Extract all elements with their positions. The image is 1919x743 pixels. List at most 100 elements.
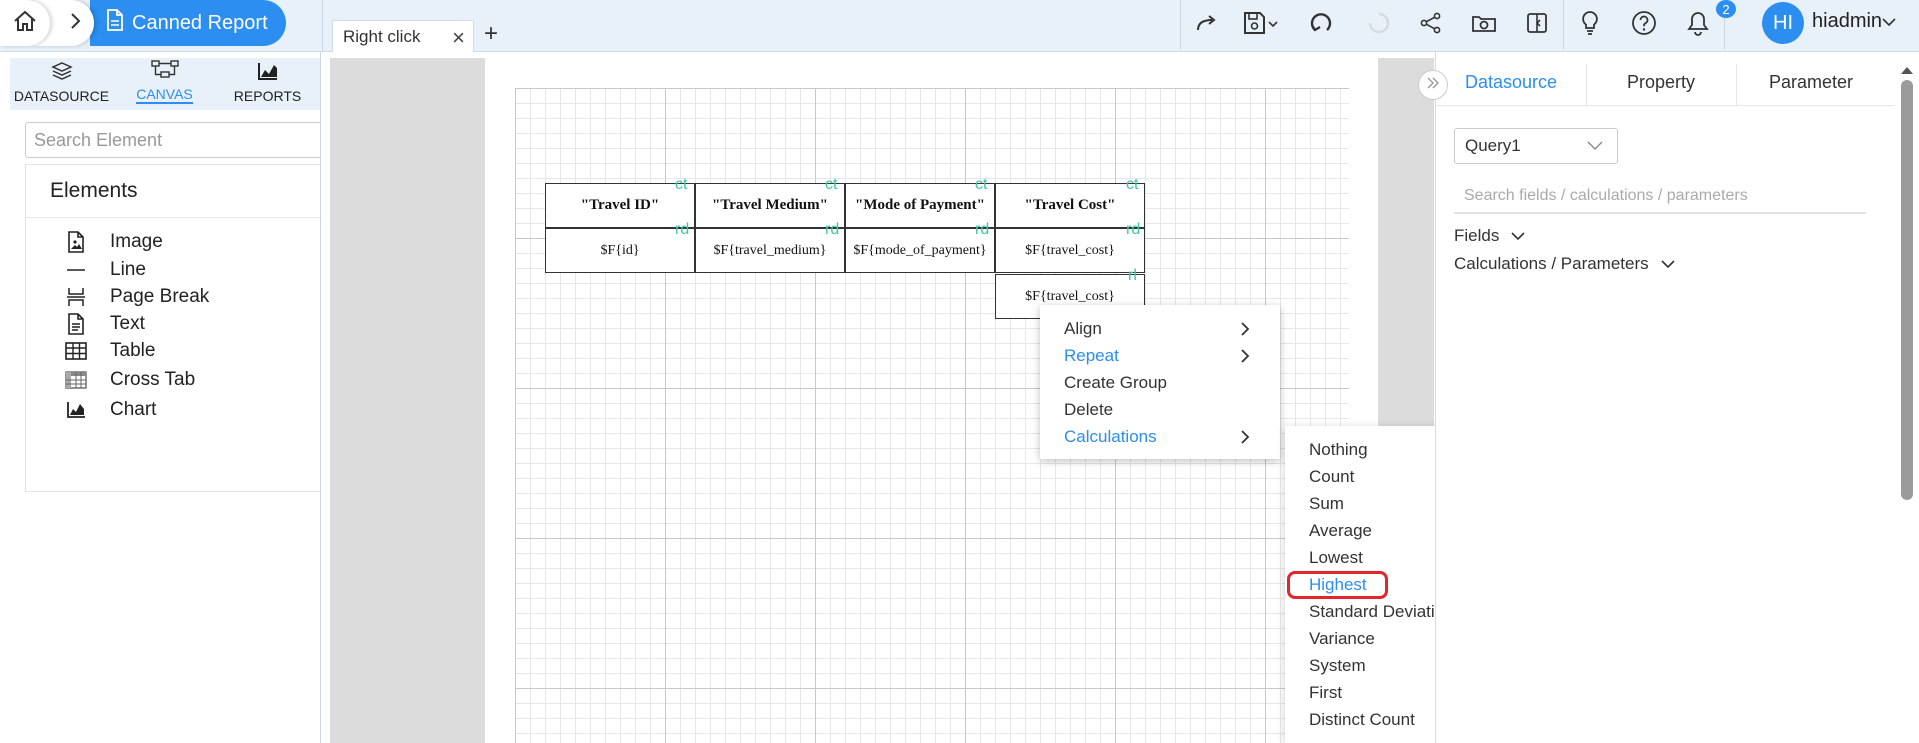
tab-property[interactable]: Property — [1586, 58, 1736, 106]
close-icon[interactable]: × — [452, 25, 465, 51]
redo-icon[interactable] — [1181, 0, 1233, 46]
band-tag: ct — [975, 176, 988, 193]
band-tag: rd — [675, 221, 690, 238]
right-panel: Datasource Property Parameter Query1 Fie… — [1435, 52, 1896, 743]
menu-item-align[interactable]: Align — [1064, 319, 1102, 339]
cross-tab-icon — [64, 371, 88, 389]
element-label: Line — [110, 259, 146, 280]
breadcrumb-report-title: Canned Report — [132, 11, 268, 34]
save-icon[interactable] — [1233, 0, 1289, 46]
element-page-break[interactable]: Page Break — [64, 286, 209, 308]
field-cell-travel-medium[interactable]: $F{travel_medium} — [695, 228, 845, 273]
element-label: Table — [110, 340, 156, 361]
element-label: Text — [110, 313, 145, 334]
section-label: Fields — [1454, 226, 1500, 245]
bulb-icon[interactable] — [1564, 0, 1616, 46]
chevron-right-icon — [1240, 430, 1250, 449]
field-cell-mode-of-payment[interactable]: $F{mode_of_payment} — [845, 228, 995, 273]
top-bar: Canned Report Right click × + 2 HI hiadm… — [0, 0, 1919, 52]
tab-datasource[interactable]: DATASOURCE — [10, 58, 113, 110]
header-cell-mode-of-payment[interactable]: "Mode of Payment" — [845, 183, 995, 228]
calc-item-average[interactable]: Average — [1309, 521, 1372, 541]
search-element-input[interactable] — [25, 122, 321, 158]
calc-item-system[interactable]: System — [1309, 656, 1366, 676]
element-label: Chart — [110, 399, 157, 420]
section-calculations-parameters[interactable]: Calculations / Parameters — [1454, 254, 1675, 274]
header-cell-travel-cost[interactable]: "Travel Cost" — [995, 183, 1145, 228]
calc-item-lowest[interactable]: Lowest — [1309, 548, 1363, 568]
element-cross-tab[interactable]: Cross Tab — [64, 369, 195, 391]
header-cell-travel-medium[interactable]: "Travel Medium" — [695, 183, 845, 228]
tab-reports[interactable]: REPORTS — [216, 58, 319, 110]
calc-item-sum[interactable]: Sum — [1309, 494, 1344, 514]
calc-item-count[interactable]: Count — [1309, 467, 1354, 487]
layout-icon[interactable] — [1511, 0, 1563, 46]
double-chevron-right-icon — [1426, 76, 1440, 94]
elements-title: Elements — [50, 179, 138, 202]
avatar[interactable]: HI — [1762, 2, 1804, 44]
canvas-icon — [150, 59, 180, 86]
image-file-icon — [64, 231, 88, 253]
chevron-down-icon[interactable] — [1882, 14, 1896, 32]
tab-canvas[interactable]: CANVAS — [113, 58, 216, 110]
line-icon — [64, 268, 88, 272]
band-tag: ct — [1126, 176, 1139, 193]
field-cell-travel-cost[interactable]: $F{travel_cost} — [995, 228, 1145, 273]
band-tag: rl — [1128, 267, 1137, 284]
chevron-right-icon — [70, 12, 82, 35]
calc-item-standard-deviation[interactable]: Standard Deviation — [1309, 602, 1454, 622]
menu-item-repeat[interactable]: Repeat — [1064, 346, 1119, 366]
divider — [322, 0, 323, 52]
collapse-panel-button[interactable] — [1418, 70, 1448, 100]
tab-datasource[interactable]: Datasource — [1436, 58, 1586, 106]
refresh-icon[interactable] — [1289, 0, 1353, 46]
search-fields-input[interactable] — [1454, 180, 1866, 214]
element-line[interactable]: Line — [64, 259, 146, 281]
right-panel-tabs: Datasource Property Parameter — [1436, 58, 1896, 106]
calc-item-distinct-count[interactable]: Distinct Count — [1309, 710, 1415, 730]
tab-label: DATASOURCE — [13, 88, 110, 104]
database-icon — [50, 61, 74, 88]
header-cell-travel-id[interactable]: "Travel ID" — [545, 183, 695, 228]
band-tag: ct — [825, 176, 838, 193]
divider — [26, 217, 322, 218]
chart-icon — [64, 401, 88, 419]
report-file-icon — [106, 9, 124, 37]
share-icon[interactable] — [1405, 0, 1457, 46]
query-select[interactable]: Query1 — [1454, 128, 1618, 164]
tab-parameter[interactable]: Parameter — [1736, 58, 1886, 106]
home-button[interactable] — [0, 0, 50, 46]
tab-label: REPORTS — [233, 88, 302, 104]
text-file-icon — [64, 313, 88, 335]
section-fields[interactable]: Fields — [1454, 226, 1525, 246]
divider — [320, 52, 321, 743]
tab-label: CANVAS — [136, 86, 193, 104]
element-text[interactable]: Text — [64, 313, 145, 335]
menu-item-create-group[interactable]: Create Group — [1064, 373, 1167, 393]
left-panel-tabs: DATASOURCE CANVAS REPORTS — [10, 58, 320, 110]
context-menu: Align Repeat Create Group Delete Calcula… — [1040, 305, 1280, 459]
element-table[interactable]: Table — [64, 340, 155, 362]
menu-item-calculations[interactable]: Calculations — [1064, 427, 1157, 447]
element-chart[interactable]: Chart — [64, 399, 156, 421]
chevron-right-icon — [1240, 322, 1250, 341]
tab-right-click[interactable]: Right click × — [332, 20, 474, 52]
calc-item-first[interactable]: First — [1309, 683, 1342, 703]
calc-item-variance[interactable]: Variance — [1309, 629, 1375, 649]
help-icon[interactable] — [1616, 0, 1672, 46]
username[interactable]: hiadmin — [1812, 10, 1882, 33]
menu-item-delete[interactable]: Delete — [1064, 400, 1113, 420]
element-label: Page Break — [110, 286, 210, 307]
scroll-up-icon[interactable] — [1900, 62, 1914, 80]
preview-icon[interactable] — [1457, 0, 1511, 46]
add-tab-button[interactable]: + — [484, 20, 498, 48]
left-panel: DATASOURCE CANVAS REPORTS Elements Image — [0, 52, 322, 743]
breadcrumb-canned-report[interactable]: Canned Report — [90, 0, 286, 46]
element-image[interactable]: Image — [64, 231, 163, 253]
field-cell-id[interactable]: $F{id} — [545, 228, 695, 273]
chevron-right-icon — [1240, 349, 1250, 368]
table-icon — [64, 342, 88, 360]
scrollbar-thumb[interactable] — [1901, 80, 1913, 500]
page-break-icon — [64, 287, 88, 307]
calc-item-nothing[interactable]: Nothing — [1309, 440, 1368, 460]
